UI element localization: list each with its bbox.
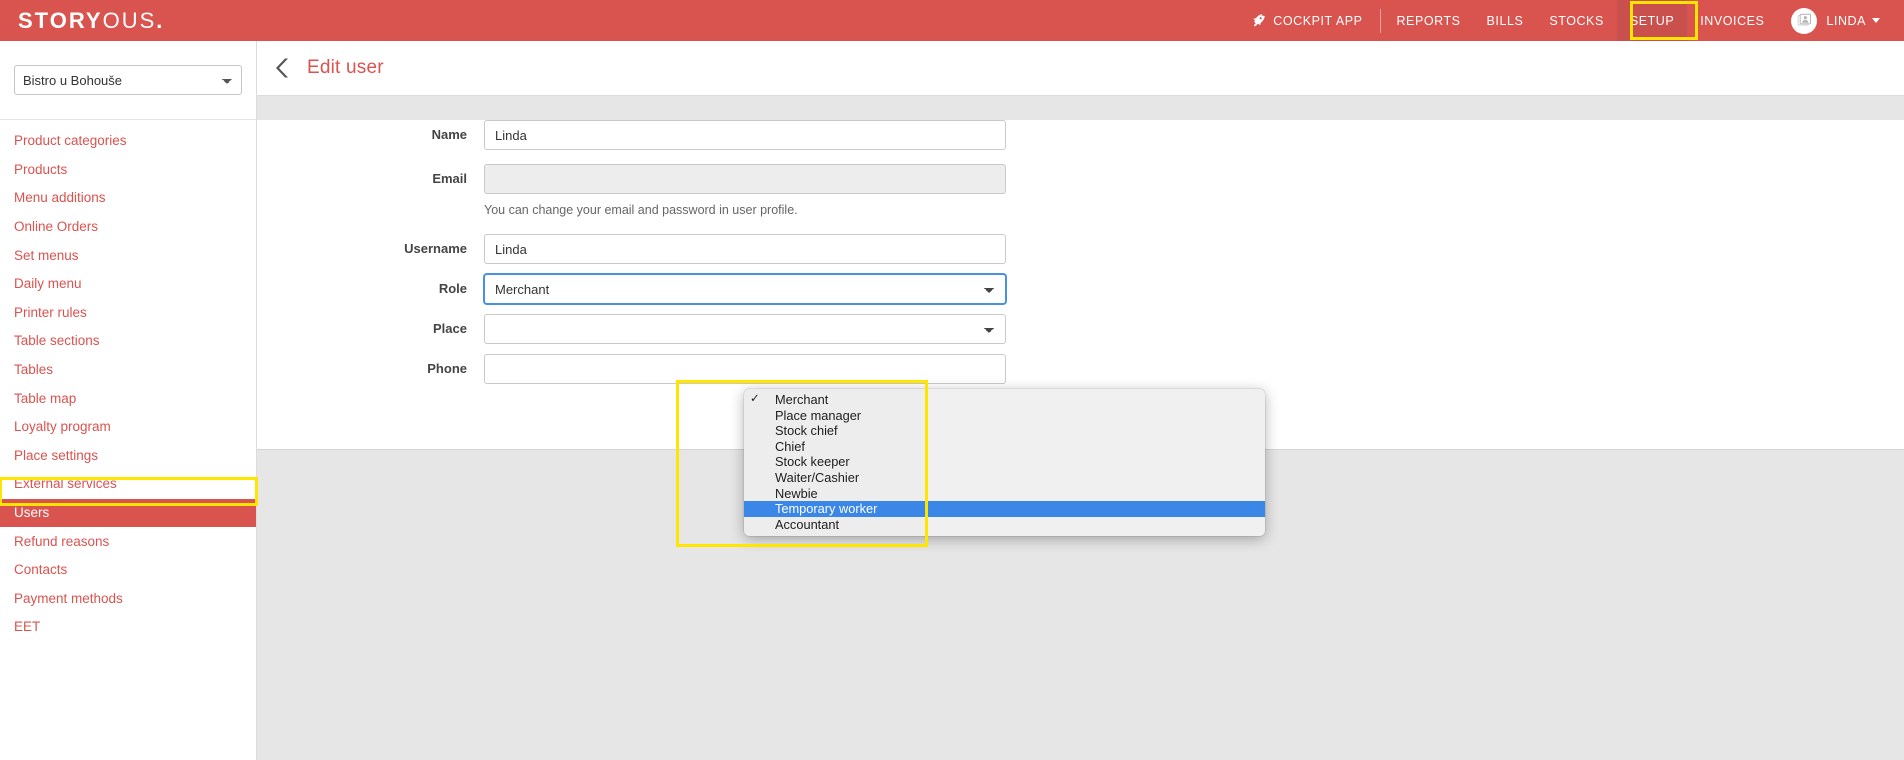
- sidebar-item-printer-rules[interactable]: Printer rules: [0, 299, 256, 328]
- nav-label-invoices: INVOICES: [1700, 13, 1765, 28]
- sidebar-item-table-map[interactable]: Table map: [0, 384, 256, 413]
- form-row-phone: Phone: [257, 354, 1904, 384]
- label-username: Username: [404, 241, 467, 256]
- control-email: You can change your email and password i…: [484, 164, 1006, 218]
- storyous-logo[interactable]: STORYOUS.: [18, 7, 165, 33]
- sidebar-item-refund-reasons[interactable]: Refund reasons: [0, 527, 256, 556]
- sidebar-item-loyalty-program[interactable]: Loyalty program: [0, 413, 256, 442]
- sidebar-item-daily-menu[interactable]: Daily menu: [0, 270, 256, 299]
- sidebar-nav: Product categories Products Menu additio…: [0, 120, 256, 642]
- user-menu-button[interactable]: LINDA: [1777, 0, 1890, 41]
- nav-item-reports[interactable]: REPORTS: [1383, 0, 1473, 41]
- sidebar-item-products[interactable]: Products: [0, 156, 256, 185]
- name-input[interactable]: [484, 120, 1006, 150]
- dropdown-option-stock-chief[interactable]: Stock chief: [744, 423, 1265, 439]
- nav-label-cockpit-app: COCKPIT APP: [1273, 13, 1363, 28]
- caret-down-icon: [1872, 18, 1880, 23]
- nav-item-stocks[interactable]: STOCKS: [1536, 0, 1616, 41]
- avatar: [1791, 7, 1818, 34]
- control-name: [484, 120, 1006, 150]
- place-selector-wrapper: Bistro u Bohouše: [0, 41, 256, 120]
- email-help-text: You can change your email and password i…: [484, 203, 798, 217]
- sidebar-item-place-settings[interactable]: Place settings: [0, 442, 256, 471]
- control-role: Merchant: [484, 274, 1006, 304]
- user-name-text: LINDA: [1826, 13, 1866, 28]
- sidebar-item-table-sections[interactable]: Table sections: [0, 327, 256, 356]
- sidebar-item-external-services[interactable]: External services: [0, 470, 256, 499]
- sidebar-item-payment-methods[interactable]: Payment methods: [0, 585, 256, 614]
- page-title: Edit user: [307, 57, 384, 78]
- dropdown-option-accountant[interactable]: Accountant: [744, 517, 1265, 533]
- main-content: Edit user Name Email You can change your…: [257, 41, 1904, 760]
- logo-light-part: OUS: [102, 7, 157, 33]
- control-place: [484, 314, 1006, 344]
- page-header: Edit user: [257, 41, 1904, 96]
- chevron-left-icon[interactable]: [275, 57, 291, 79]
- place-role-select[interactable]: [484, 314, 1006, 344]
- sidebar-item-online-orders[interactable]: Online Orders: [0, 213, 256, 242]
- control-username: [484, 234, 1006, 264]
- dropdown-option-temporary-worker[interactable]: Temporary worker: [744, 501, 1265, 517]
- nav-item-setup[interactable]: SETUP: [1616, 0, 1688, 41]
- user-menu-label: LINDA: [1826, 14, 1880, 28]
- nav-divider: [1380, 8, 1382, 33]
- form-row-role: Role Merchant: [257, 274, 1904, 304]
- nav-label-bills: BILLS: [1486, 13, 1524, 28]
- sidebar-item-menu-additions[interactable]: Menu additions: [0, 184, 256, 213]
- role-dropdown-popup[interactable]: Merchant Place manager Stock chief Chief…: [744, 389, 1265, 537]
- dropdown-option-place-manager[interactable]: Place manager: [744, 408, 1265, 424]
- top-navigation: COCKPIT APP REPORTS BILLS STOCKS SETUP I…: [1245, 0, 1904, 41]
- label-name: Name: [431, 127, 467, 142]
- sidebar-item-tables[interactable]: Tables: [0, 356, 256, 385]
- nav-item-bills[interactable]: BILLS: [1474, 0, 1537, 41]
- label-email: Email: [432, 171, 467, 186]
- username-input[interactable]: [484, 234, 1006, 264]
- rocket-icon: [1251, 13, 1266, 28]
- dropdown-option-newbie[interactable]: Newbie: [744, 486, 1265, 502]
- nav-label-setup: SETUP: [1629, 13, 1675, 28]
- phone-input[interactable]: [484, 354, 1006, 384]
- place-select[interactable]: Bistro u Bohouše: [14, 65, 242, 95]
- top-header-bar: STORYOUS. COCKPIT APP REPORTS BILLS STOC…: [0, 0, 1904, 41]
- edit-user-form-card: Name Email You can change your email and…: [257, 120, 1904, 547]
- label-role: Role: [438, 281, 467, 296]
- role-select[interactable]: Merchant: [484, 274, 1006, 304]
- sidebar-item-eet[interactable]: EET: [0, 613, 256, 642]
- dropdown-option-chief[interactable]: Chief: [744, 439, 1265, 455]
- nav-label-reports: REPORTS: [1396, 13, 1461, 28]
- nav-item-cockpit-app[interactable]: COCKPIT APP: [1245, 0, 1378, 41]
- form-row-place: Place: [257, 314, 1904, 344]
- email-input: [484, 164, 1006, 194]
- logo-bold-part: STORY: [18, 7, 103, 33]
- sidebar-item-contacts[interactable]: Contacts: [0, 556, 256, 585]
- sidebar-item-users[interactable]: Users: [0, 498, 256, 528]
- sidebar-item-product-categories[interactable]: Product categories: [0, 127, 256, 156]
- nav-item-invoices[interactable]: INVOICES: [1687, 0, 1777, 41]
- sidebar: Bistro u Bohouše Product categories Prod…: [0, 41, 258, 760]
- form-row-email: Email You can change your email and pass…: [257, 164, 1904, 218]
- sidebar-item-set-menus[interactable]: Set menus: [0, 241, 256, 270]
- dropdown-option-waiter-cashier[interactable]: Waiter/Cashier: [744, 470, 1265, 486]
- label-place: Place: [433, 321, 467, 336]
- dropdown-option-merchant[interactable]: Merchant: [744, 392, 1265, 408]
- form-row-username: Username: [257, 234, 1904, 264]
- nav-label-stocks: STOCKS: [1549, 13, 1604, 28]
- form-row-name: Name: [257, 120, 1904, 150]
- label-phone: Phone: [427, 361, 467, 376]
- control-phone: [484, 354, 1006, 384]
- logo-dot: .: [156, 7, 165, 33]
- dropdown-option-stock-keeper[interactable]: Stock keeper: [744, 454, 1265, 470]
